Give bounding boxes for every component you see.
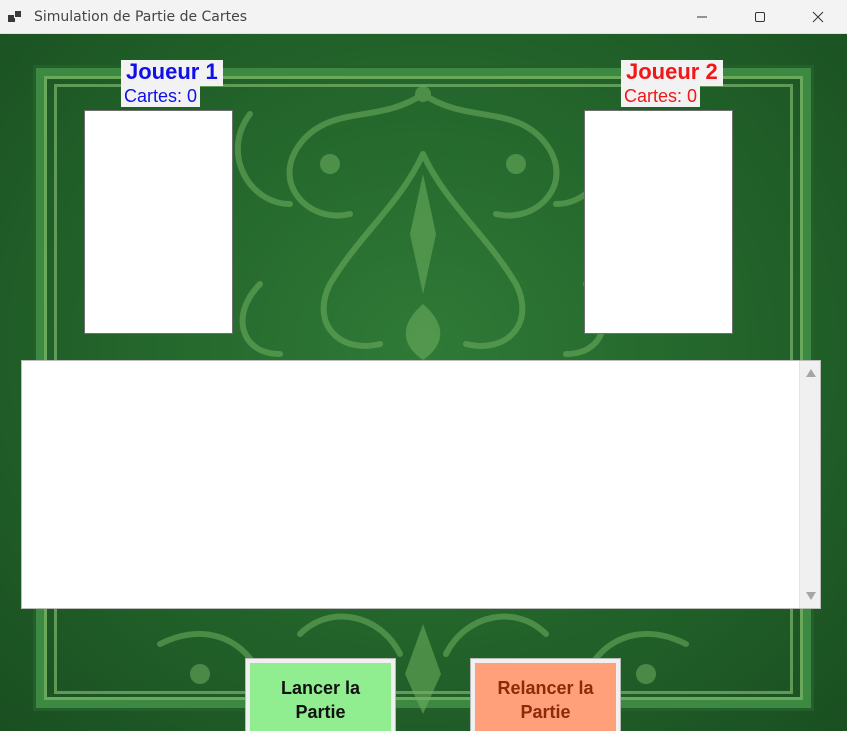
game-log[interactable] [21, 360, 821, 609]
minimize-button[interactable] [673, 0, 731, 34]
title-bar: Simulation de Partie de Cartes [0, 0, 847, 34]
log-scrollbar[interactable] [799, 361, 820, 608]
player-1-name: Joueur 1 [121, 60, 223, 86]
player-2-card-count: Cartes: 0 [621, 86, 701, 107]
scroll-down-button[interactable] [800, 586, 821, 606]
start-game-button[interactable]: Lancer la Partie [245, 658, 396, 731]
restart-game-label: Relancer la Partie [497, 678, 594, 722]
restart-game-button[interactable]: Relancer la Partie [470, 658, 621, 731]
player-2-card-slot [584, 110, 733, 334]
start-game-label: Lancer la Partie [280, 678, 361, 722]
scroll-up-button[interactable] [800, 363, 821, 383]
card-table: Joueur 1 Cartes: 0 Joueur 2 Cartes: 0 La… [0, 34, 847, 731]
close-button[interactable] [789, 0, 847, 34]
player-2-name: Joueur 2 [621, 60, 723, 86]
window-controls [673, 0, 847, 34]
app-icon [8, 9, 24, 25]
triangle-down-icon [805, 592, 816, 600]
window-title: Simulation de Partie de Cartes [34, 8, 248, 25]
maximize-button[interactable] [731, 0, 789, 34]
close-icon [812, 11, 824, 23]
triangle-up-icon [805, 369, 816, 377]
maximize-icon [755, 12, 765, 22]
player-1-card-slot [84, 110, 233, 334]
minimize-icon [697, 16, 707, 18]
player-1-card-count: Cartes: 0 [121, 86, 201, 107]
